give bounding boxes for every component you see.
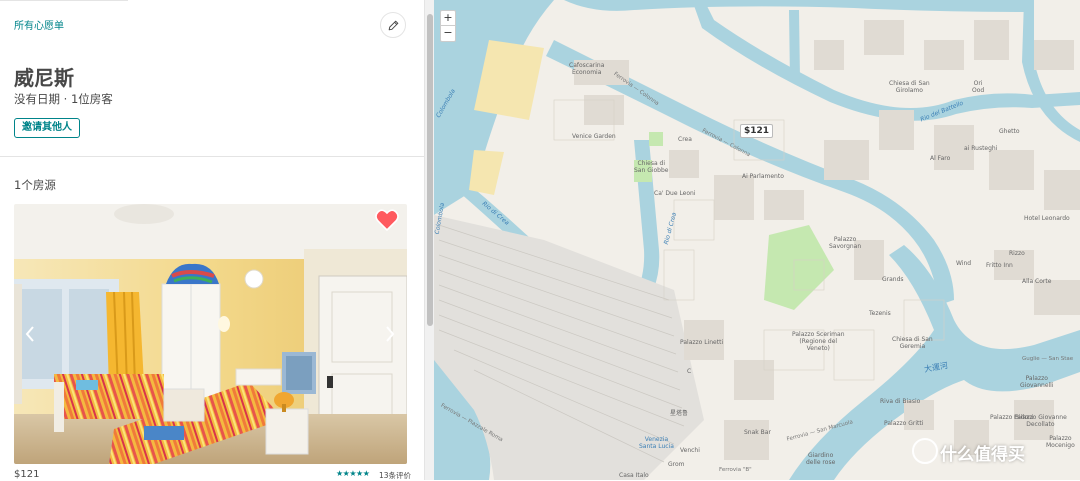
map-label-grom: Grom <box>668 461 685 468</box>
pencil-icon <box>388 20 398 30</box>
next-photo-button[interactable] <box>380 320 400 348</box>
map-label-palazzo-giovannelli: Palazzo Giovannelli <box>1020 375 1054 389</box>
map-label-ferrovia-b: Ferrovia "B" <box>719 467 752 473</box>
scrollbar[interactable] <box>424 0 434 480</box>
map-label-al-faro: Al Faro <box>930 155 951 162</box>
map-label-cafoscarina: Cafoscarina Economia <box>569 62 605 76</box>
chevron-left-icon <box>25 326 34 342</box>
map-label-riva-biasio: Riva di Biasio <box>880 398 921 405</box>
map[interactable]: Cafoscarina Economia Ferrovia — Colonna F… <box>434 0 1080 480</box>
map-label-venice-garden: Venice Garden <box>572 133 616 140</box>
heart-icon[interactable] <box>375 209 399 231</box>
map-label-crea: Crea <box>678 136 692 143</box>
listing-price: $121 <box>14 469 40 480</box>
map-label-ai-parlamento: Ai Parlamento <box>742 173 784 180</box>
map-label-rizzo: Rizzo <box>1009 250 1025 257</box>
watermark-text: 什么值得买 <box>940 445 1025 465</box>
map-label-tezenis: Tezenis <box>869 310 891 317</box>
listing-count: 1个房源 <box>14 178 56 192</box>
map-label-ghetto: Ghetto <box>999 128 1020 135</box>
wishlist-panel: 所有心愿单 威尼斯 没有日期 · 1位房客 邀请其他人 1个房源 $121 ★★… <box>0 0 424 480</box>
breadcrumb-all-wishlists[interactable]: 所有心愿单 <box>14 17 64 32</box>
map-label-c: C <box>687 368 692 375</box>
map-label-venezia-sl: Venezia Santa Lucia <box>639 436 674 450</box>
wishlist-title: 威尼斯 <box>14 66 74 90</box>
map-label-guglie: Guglie — San Stae <box>1022 356 1074 362</box>
edit-wishlist-button[interactable] <box>380 12 406 38</box>
watermark-logo-icon <box>912 438 938 464</box>
map-label-palazzo-mocenigo: Palazzo Mocenigo <box>1046 435 1075 449</box>
map-label-casa-italo: Casa Italo <box>619 472 649 479</box>
map-label-palazzo-decollato: Palazzo Giovanne Decollato <box>1014 414 1067 428</box>
map-label-star-glass: 星塔鲁 <box>670 410 689 417</box>
map-canvas <box>434 0 1080 480</box>
zoom-control: + − <box>440 10 456 42</box>
map-label-hotel-leonardo: Hotel Leonardo <box>1024 215 1070 222</box>
review-count: 13条评价 <box>379 471 412 480</box>
map-label-wind: Wind <box>956 260 972 267</box>
map-label-ai-rusteghi: ai Rusteghi <box>964 145 998 152</box>
invite-others-button[interactable]: 邀请其他人 <box>14 118 80 138</box>
map-label-venchi: Venchi <box>680 447 700 454</box>
map-label-ca-due-leoni: Ca' Due Leoni <box>654 190 696 197</box>
map-label-snak-bar: Snak Bar <box>744 429 771 436</box>
map-label-fritto-inn: Fritto Inn <box>986 262 1013 269</box>
wishlist-subtitle[interactable]: 没有日期 · 1位房客 <box>14 91 113 107</box>
rating-stars: ★★★★★ <box>336 469 370 478</box>
map-label-grands: Grands <box>882 276 904 283</box>
map-label-palazzo-gritti: Palazzo Gritti <box>884 420 924 427</box>
zoom-in-button[interactable]: + <box>441 11 455 26</box>
zoom-out-button[interactable]: − <box>441 26 455 41</box>
previous-photo-button[interactable] <box>20 320 40 348</box>
listing-photo[interactable] <box>14 204 407 464</box>
map-label-alla-corte: Alla Corte <box>1022 278 1052 285</box>
map-label-palazzo-savorgnan: Palazzo Savorgnan <box>829 236 862 250</box>
map-label-chiesa-geremia: Chiesa di San Geremia <box>892 336 933 350</box>
map-label-chiesa-giobbe: Chiesa di San Giobbe <box>634 160 669 174</box>
map-price-marker[interactable]: $121 <box>740 124 774 138</box>
scrollbar-thumb[interactable] <box>427 14 433 326</box>
map-label-ori: Ori Ood <box>972 80 985 94</box>
top-border <box>0 0 424 2</box>
chevron-right-icon <box>386 326 395 342</box>
map-label-palazzo-linetti: Palazzo Linetti <box>680 339 724 346</box>
divider <box>0 156 424 157</box>
map-label-chiesa-girolamo: Chiesa di San Girolamo <box>889 80 930 94</box>
map-label-palazzo-sceriman: Palazzo Sceriman (Regione del Veneto) <box>792 331 845 352</box>
map-label-giardino: Giardino delle rose <box>806 452 836 466</box>
